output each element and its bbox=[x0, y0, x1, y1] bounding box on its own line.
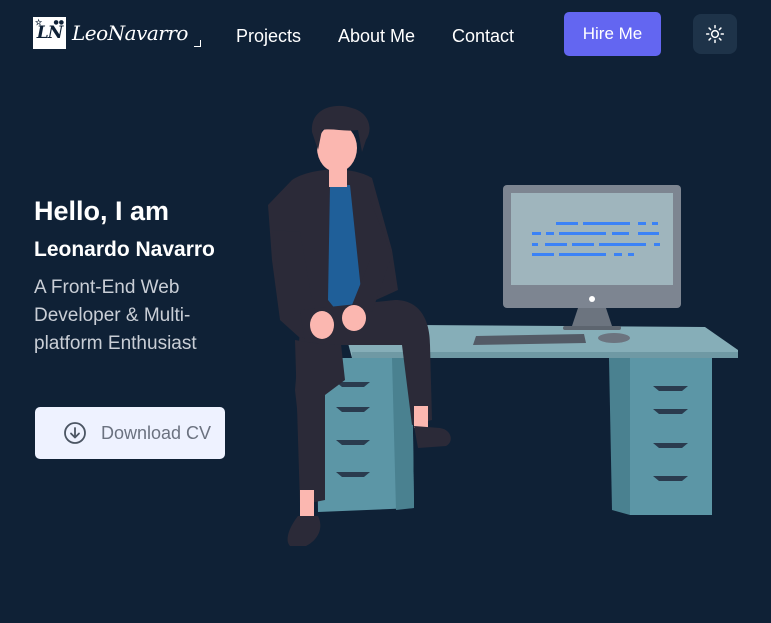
download-cv-label: Download CV bbox=[101, 422, 212, 443]
monitor-screen bbox=[511, 193, 673, 285]
brand-name: LeoNavarro bbox=[72, 21, 188, 45]
corner-mark-icon bbox=[193, 40, 201, 47]
nav-link-contact[interactable]: Contact bbox=[452, 26, 514, 47]
download-icon bbox=[63, 421, 87, 445]
hero-greeting: Hello, I am bbox=[34, 196, 170, 226]
dots-icon: ●● bbox=[53, 19, 64, 26]
sun-icon bbox=[705, 24, 725, 44]
nav-link-about-me[interactable]: About Me bbox=[338, 26, 415, 47]
theme-toggle-button[interactable] bbox=[693, 14, 737, 54]
star-icon: ☆ bbox=[35, 17, 42, 27]
mouse bbox=[598, 333, 630, 343]
top-navigation: ☆ ●● LN LeoNavarro Projects About Me Con… bbox=[0, 0, 771, 70]
hero-description: A Front-End Web Developer & Multi-platfo… bbox=[34, 277, 197, 354]
hero-name: Leonardo Navarro bbox=[34, 238, 215, 261]
download-cv-button[interactable]: Download CV bbox=[35, 407, 225, 459]
nav-link-projects[interactable]: Projects bbox=[236, 26, 301, 47]
monitor-stand bbox=[572, 308, 612, 326]
logo[interactable]: ☆ ●● LN LeoNavarro bbox=[33, 17, 201, 49]
hire-me-button[interactable]: Hire Me bbox=[564, 12, 661, 56]
developer-desk-illustration bbox=[268, 105, 738, 546]
logo-mark: ☆ ●● LN bbox=[33, 17, 66, 49]
